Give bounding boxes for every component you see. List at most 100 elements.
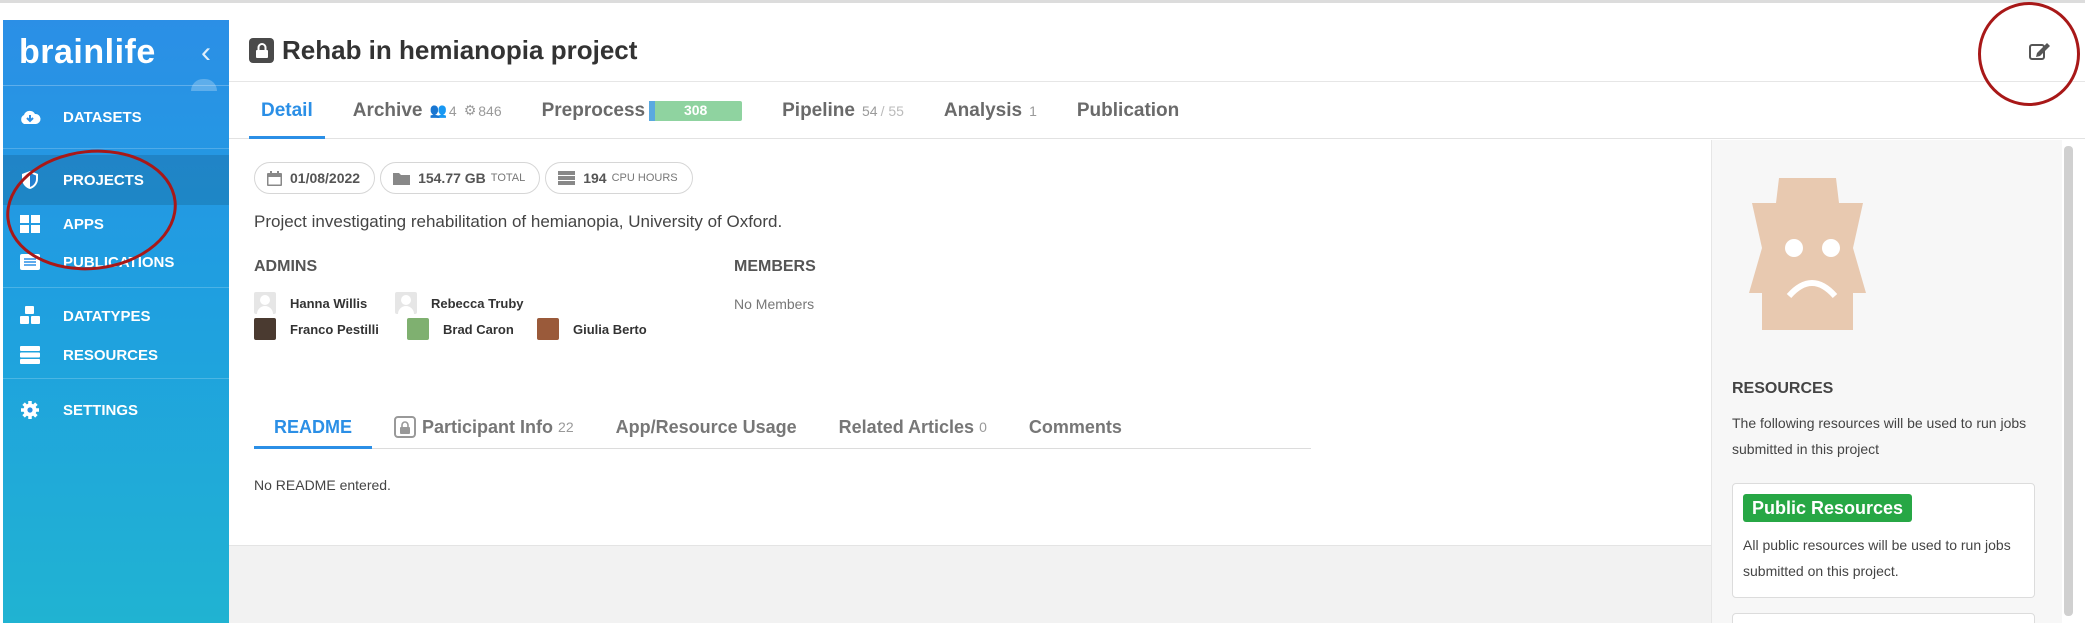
resource-card[interactable] [1732,613,2035,623]
archive-subject-count: 4 [448,102,457,119]
admin-franco-pestilli[interactable]: Franco Pestilli [254,318,379,340]
admin-giulia-berto[interactable]: Giulia Berto [537,318,647,340]
brand-logo[interactable]: brainlife [19,33,156,72]
sidebar-item-resources[interactable]: RESOURCES [3,338,229,372]
tab-archive[interactable]: Archive 👥 4 ⚙ 846 [341,83,514,138]
members-heading: MEMBERS [734,258,816,275]
tab-detail[interactable]: Detail [249,83,325,139]
date-text: 01/08/2022 [290,170,361,186]
avatar [395,292,417,314]
detail-panel: 01/08/2022 154.77 GB TOTAL 194 CPU HOURS… [229,140,1711,545]
tab-label: README [274,416,353,437]
tab-label: Detail [261,99,313,121]
tab-label: Preprocess [541,99,646,121]
date-badge: 01/08/2022 [254,162,376,194]
sidebar: brainlife ‹ DATASETS PROJECTS APPS PUBLI… [3,20,229,623]
cloud-download-icon [17,107,43,127]
archive-object-count: 846 [478,102,502,119]
sidebar-item-label: DATASETS [63,108,142,126]
resources-description: The following resources will be used to … [1732,415,2027,457]
tab-label: Archive [352,99,423,121]
admin-rebecca-truby[interactable]: Rebecca Truby [395,292,524,314]
tab-app-resource-usage[interactable]: App/Resource Usage [596,406,817,448]
storage-text: 154.77 GB [418,170,486,186]
project-stats: 01/08/2022 154.77 GB TOTAL 194 CPU HOURS [254,162,693,194]
pipeline-count: 54 [861,102,878,119]
tab-pipeline[interactable]: Pipeline 54 / 55 [770,83,916,138]
project-avatar [1749,178,1866,330]
admin-name: Brad Caron [443,321,514,337]
cpu-text: 194 [583,170,607,186]
resource-description: All public resources will be used to run… [1743,537,2011,579]
folder-icon [393,172,411,185]
readme-content: No README entered. [254,477,391,493]
tab-preprocess[interactable]: Preprocess 308 [530,83,755,138]
tab-label: Pipeline [782,99,855,121]
gear-icon [17,400,43,420]
preprocess-progress: 308 [649,100,743,121]
tab-label: App/Resource Usage [615,416,797,437]
sidebar-item-datatypes[interactable]: DATATYPES [3,294,229,338]
avatar [254,292,276,314]
storage-badge: 154.77 GB TOTAL [380,162,541,194]
annotation-circle [1978,2,2080,106]
readme-tabs: README Participant Info 22 App/Resource … [254,406,1311,449]
lock-icon [394,416,417,438]
tab-label: Participant Info [422,416,554,437]
participant-count: 22 [558,419,574,435]
scrollbar-thumb[interactable] [2064,146,2073,616]
tab-participant-info[interactable]: Participant Info 22 [374,406,594,448]
progress-label: 308 [683,101,708,118]
avatar [407,318,429,340]
cubes-icon [17,306,43,326]
sidebar-item-label: DATATYPES [63,307,151,325]
project-tabs: Detail Archive 👥 4 ⚙ 846 Preprocess 308 … [229,83,2085,139]
divider [3,148,229,149]
tab-related-articles[interactable]: Related Articles 0 [819,406,1007,448]
calendar-icon [267,170,282,186]
project-description: Project investigating rehabilitation of … [254,212,783,231]
admin-brad-caron[interactable]: Brad Caron [407,318,514,340]
cpu-badge: 194 CPU HOURS [545,162,693,194]
admin-name: Rebecca Truby [431,295,524,311]
content-footer-area [229,545,1711,623]
resource-name-badge: Public Resources [1743,494,1913,522]
tab-label: Publication [1076,99,1180,121]
collapse-tab [191,79,217,91]
server-icon [17,345,43,365]
divider [3,287,229,288]
project-side-panel: RESOURCES The following resources will b… [1711,140,2062,623]
members-empty: No Members [734,296,815,312]
resource-card[interactable]: Public Resources All public resources wi… [1732,483,2035,598]
server-icon [558,171,576,185]
tab-publication[interactable]: Publication [1065,83,1191,138]
storage-unit: TOTAL [490,172,526,184]
admin-name: Franco Pestilli [290,321,379,337]
brand-header: brainlife ‹ [3,20,229,91]
avatar [537,318,559,340]
lock-icon [249,38,274,63]
analysis-count: 1 [1029,102,1037,119]
admin-hanna-willis[interactable]: Hanna Willis [254,292,367,314]
users-icon: 👥 [429,102,447,118]
admins-heading: ADMINS [254,258,318,275]
divider [3,378,229,379]
sidebar-item-settings[interactable]: SETTINGS [3,385,229,435]
chevron-left-icon[interactable]: ‹ [201,36,211,70]
page-header: Rehab in hemianopia project [229,20,2085,82]
tab-analysis[interactable]: Analysis 1 [932,83,1049,138]
sidebar-item-label: SETTINGS [63,401,139,419]
tab-label: Comments [1028,416,1122,437]
resources-heading: RESOURCES [1732,380,1834,397]
admin-name: Hanna Willis [290,295,368,311]
tab-label: Analysis [943,99,1023,121]
tab-label: Related Articles [838,416,975,437]
cpu-unit: CPU HOURS [611,172,678,184]
sidebar-item-datasets[interactable]: DATASETS [3,92,229,142]
tab-comments[interactable]: Comments [1009,406,1142,448]
top-border [0,0,2085,3]
tab-readme[interactable]: README [254,406,373,449]
avatar [254,318,276,340]
articles-count: 0 [979,419,987,435]
cubes-icon: ⚙ [463,102,477,118]
